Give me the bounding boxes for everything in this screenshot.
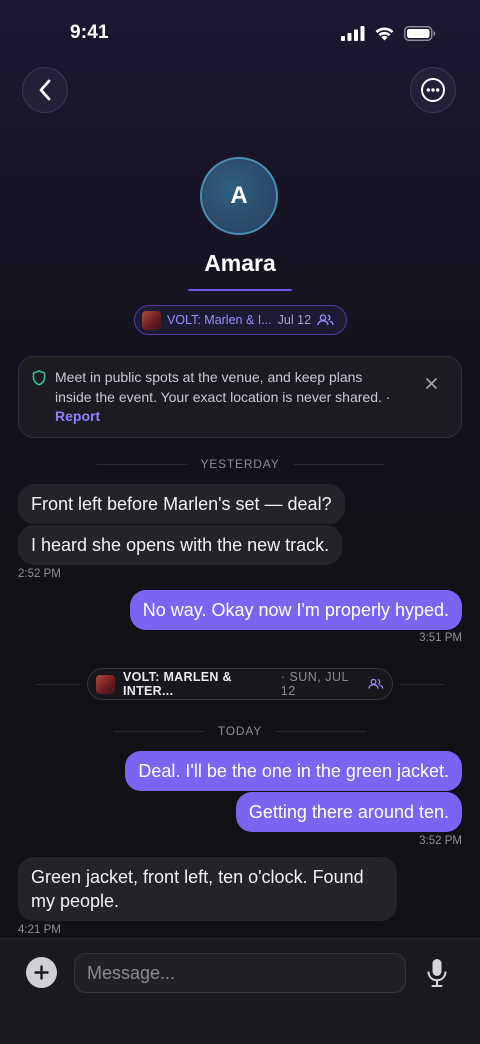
plus-icon — [34, 965, 49, 980]
safety-notice-body: Meet in public spots at the venue, and k… — [55, 369, 391, 405]
signal-icon — [341, 26, 365, 41]
attach-button[interactable] — [26, 957, 57, 988]
name-underline — [188, 289, 292, 291]
divider-line — [398, 684, 444, 685]
event-chip-title: VOLT: Marlen & I... — [167, 313, 272, 327]
shield-icon — [32, 370, 46, 386]
wifi-icon — [375, 27, 394, 41]
people-icon — [368, 678, 384, 689]
message-timestamp: 4:21 PM — [18, 924, 61, 936]
message-bubble-outgoing[interactable]: No way. Okay now I'm properly hyped. — [129, 590, 462, 630]
chevron-left-icon — [39, 79, 51, 101]
contact-name: Amara — [204, 250, 276, 276]
status-icons — [341, 26, 436, 41]
message-bubble-incoming[interactable]: I heard she opens with the new track. — [18, 525, 343, 565]
message-input[interactable] — [74, 953, 406, 993]
date-divider-today: TODAY — [0, 724, 480, 738]
event-chip[interactable]: VOLT: Marlen & I... Jul 12 — [134, 305, 347, 335]
message-bubble-incoming[interactable]: Green jacket, front left, ten o'clock. F… — [18, 857, 397, 921]
divider-line — [293, 463, 384, 465]
microphone-icon — [427, 959, 447, 987]
battery-icon — [404, 26, 436, 41]
message-bubble-incoming[interactable]: Front left before Marlen's set — deal? — [18, 484, 345, 524]
report-link[interactable]: Report — [55, 408, 100, 424]
event-divider-pill[interactable]: VOLT: MARLEN & INTER... · SUN, JUL 12 — [87, 668, 393, 700]
people-icon — [317, 314, 334, 326]
event-pill-date: · SUN, JUL 12 — [280, 670, 349, 698]
status-time: 9:41 — [70, 22, 109, 43]
close-notice-button[interactable] — [426, 376, 437, 393]
message-timestamp: 3:51 PM — [419, 632, 462, 644]
divider-line — [113, 730, 204, 732]
divider-line — [96, 463, 187, 465]
close-icon — [426, 378, 437, 389]
microphone-button[interactable] — [426, 958, 448, 993]
message-bubble-outgoing[interactable]: Deal. I'll be the one in the green jacke… — [125, 751, 462, 791]
back-button[interactable] — [22, 67, 68, 113]
ellipsis-circle-icon — [421, 78, 445, 102]
avatar[interactable]: A — [200, 157, 278, 235]
avatar-initial: A — [230, 182, 248, 209]
event-pill-title: VOLT: MARLEN & INTER... — [123, 670, 232, 698]
event-thumbnail — [142, 310, 161, 330]
event-chip-date: Jul 12 — [277, 313, 312, 327]
divider-line — [36, 684, 82, 685]
event-thumbnail — [96, 674, 115, 694]
message-timestamp: 3:52 PM — [419, 835, 462, 847]
message-bubble-outgoing[interactable]: Getting there around ten. — [235, 792, 462, 832]
message-timestamp: 2:52 PM — [18, 568, 61, 580]
divider-label: TODAY — [217, 724, 263, 738]
divider-label: YESTERDAY — [200, 457, 280, 471]
date-divider-yesterday: YESTERDAY — [0, 457, 480, 471]
divider-line — [276, 730, 367, 732]
safety-notice-text: Meet in public spots at the venue, and k… — [55, 368, 395, 427]
more-options-button[interactable] — [410, 67, 456, 113]
